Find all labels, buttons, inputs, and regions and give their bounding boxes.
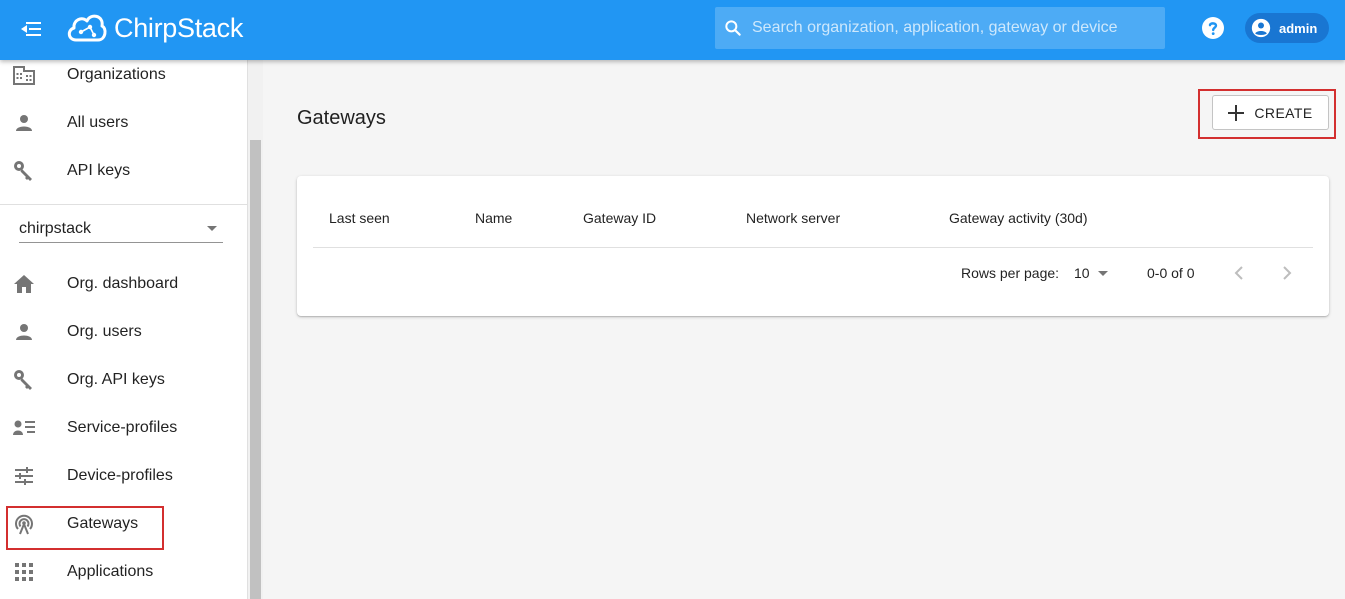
gateways-table-card: Last seen Name Gateway ID Network server… [297,176,1329,316]
previous-page-button[interactable] [1227,261,1251,285]
brand-name: ChirpStack [114,12,244,43]
column-header-gateway-id[interactable]: Gateway ID [583,210,656,226]
plus-icon [1228,104,1245,121]
collapse-menu-button[interactable] [14,12,48,46]
scrollbar-thumb[interactable] [250,140,261,599]
chevron-down-icon [1097,270,1108,276]
page-title: Gateways [297,107,386,129]
help-circle-icon [1202,17,1224,39]
sidebar-item-org-api-keys[interactable]: Org. API keys [0,356,248,404]
column-header-name[interactable]: Name [475,210,512,226]
organization-select[interactable]: chirpstack [19,215,223,243]
global-search[interactable] [715,7,1165,49]
column-header-network-server[interactable]: Network server [746,210,840,226]
sidebar-item-label: Org. users [67,323,142,340]
search-input[interactable] [752,7,1165,49]
pagination-range: 0-0 of 0 [1147,265,1195,281]
chirpstack-logo[interactable]: ChirpStack [64,6,243,50]
create-button-label: CREATE [1254,104,1313,121]
chevron-left-icon [1234,266,1243,280]
key-icon [12,368,36,392]
radio-tower-icon [12,512,36,536]
sidebar-item-label: Applications [67,563,154,580]
sidebar-item-label: All users [67,114,129,131]
account-circle-icon [1251,18,1271,38]
sidebar-item-label: Organizations [67,66,166,83]
rows-per-page-value: 10 [1074,265,1090,281]
user-name: admin [1279,20,1318,36]
table-header-divider [313,247,1313,248]
sidebar-item-all-users[interactable]: All users [0,99,248,147]
sidebar-item-label: Service-profiles [67,419,178,436]
rows-per-page-select[interactable]: 10 [1074,263,1112,283]
home-icon [12,272,36,296]
person-icon [12,111,36,135]
sidebar: Organizations All users API keys chirpst… [0,60,248,599]
person-icon [12,320,36,344]
column-header-last-seen[interactable]: Last seen [329,210,390,226]
sidebar-divider [0,204,248,205]
search-icon [725,20,741,36]
sidebar-scrollbar[interactable] [248,60,263,599]
create-gateway-button[interactable]: CREATE [1212,95,1329,130]
rows-per-page-label: Rows per page: [961,265,1060,281]
sidebar-item-device-profiles[interactable]: Device-profiles [0,452,248,500]
sidebar-item-label: Device-profiles [67,467,173,484]
sidebar-item-label: Org. API keys [67,371,165,388]
sidebar-item-label: API keys [67,162,131,179]
sidebar-item-org-dashboard[interactable]: Org. dashboard [0,260,248,308]
sidebar-item-applications[interactable]: Applications [0,548,248,596]
app-bar: ChirpStack admin [0,0,1345,60]
apps-grid-icon [12,560,36,584]
domain-icon [12,63,36,87]
chevron-right-icon [1283,266,1292,280]
key-icon [12,159,36,183]
cloud-logo-icon [67,14,107,42]
organization-select-value: chirpstack [19,219,92,237]
sidebar-item-label: Gateways [67,515,139,532]
chevron-down-icon [207,226,217,231]
sidebar-item-org-users[interactable]: Org. users [0,308,248,356]
tune-icon [12,464,36,488]
next-page-button[interactable] [1275,261,1299,285]
sidebar-item-label: Org. dashboard [67,275,179,292]
sidebar-item-service-profiles[interactable]: Service-profiles [0,404,248,452]
column-header-gateway-activity[interactable]: Gateway activity (30d) [949,210,1088,226]
sidebar-item-api-keys[interactable]: API keys [0,147,248,195]
help-button[interactable] [1199,14,1227,42]
account-details-icon [12,416,36,440]
menu-open-icon [21,22,41,36]
sidebar-item-gateways[interactable]: Gateways [0,500,248,548]
user-menu-button[interactable]: admin [1245,13,1329,43]
